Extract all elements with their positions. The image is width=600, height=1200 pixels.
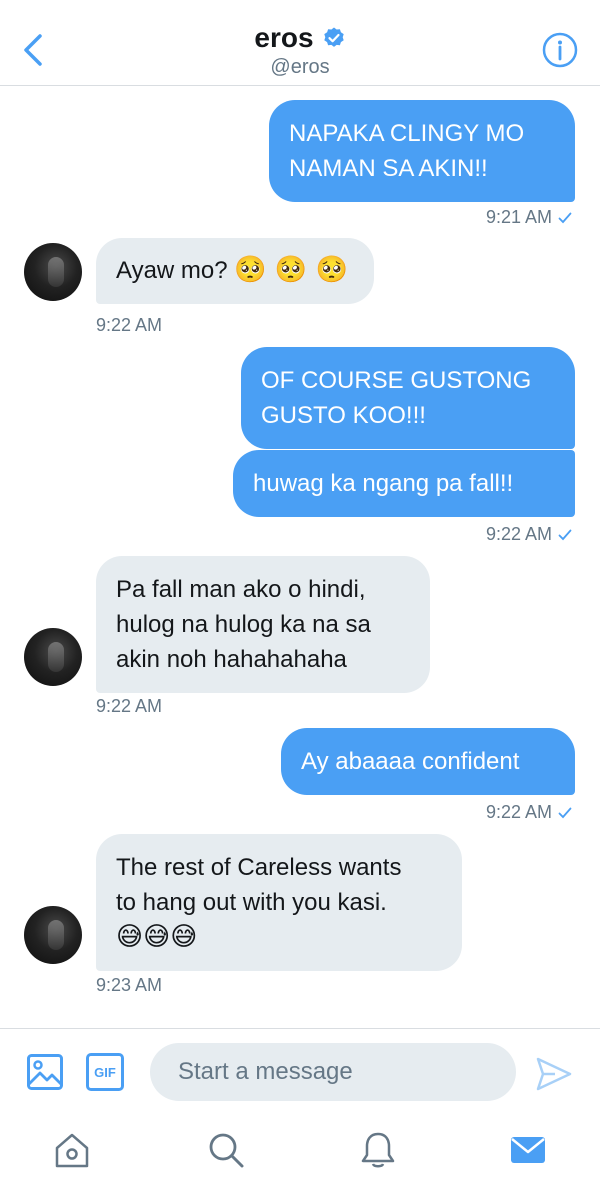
message-text-line: hulog na hulog ka na sa [116,611,371,638]
message-text-line: OF COURSE GUSTONG [261,367,532,394]
received-message-bubble[interactable]: Pa fall man ako o hindi, hulog na hulog … [96,556,430,693]
pleading-face-emoji: 🥺 🥺 🥺 [234,255,348,285]
avatar[interactable] [24,906,82,964]
avatar[interactable] [24,243,82,301]
conversation-title: eros [254,22,314,53]
message-timestamp: 9:22 AM [96,315,163,335]
bottom-tab-bar [0,1118,600,1200]
home-icon[interactable] [52,1130,92,1170]
verified-badge-icon [323,27,344,47]
message-timestamp: 9:22 AM [486,524,572,545]
message-text-line: NAPAKA CLINGY MO [289,120,525,147]
checkmark-icon [558,212,572,223]
gif-button[interactable]: GIF [86,1053,124,1091]
message-text: Ayaw mo? [116,257,228,284]
timestamp-text: 9:21 AM [485,207,552,227]
send-icon[interactable] [535,1055,573,1093]
sent-message-bubble[interactable]: Ay abaaaa confident [281,728,575,795]
received-message-bubble[interactable]: The rest of Careless wants to hang out w… [96,834,462,971]
message-text-line: Ay abaaaa confident [301,748,520,775]
message-input[interactable] [150,1043,516,1101]
message-timestamp: 9:22 AM [486,802,572,823]
sent-message-bubble[interactable]: OF COURSE GUSTONG GUSTO KOO!!! [241,347,575,449]
conversation-title-block[interactable]: eros @eros [0,22,600,79]
message-text-line: NAMAN SA AKIN!! [289,155,488,182]
sent-message-bubble[interactable]: huwag ka ngang pa fall!! [233,450,575,517]
timestamp-text: 9:22 AM [485,802,552,822]
message-timestamp: 9:23 AM [96,975,163,995]
message-text-line: The rest of Careless wants [116,854,402,881]
message-timestamp: 9:22 AM [96,696,163,716]
conversation-handle: @eros [270,56,330,78]
info-icon[interactable] [542,32,578,68]
received-message-bubble[interactable]: Ayaw mo? 🥺 🥺 🥺 [96,238,374,304]
sent-message-bubble[interactable]: NAPAKA CLINGY MO NAMAN SA AKIN!! [269,100,575,202]
search-icon[interactable] [206,1130,246,1170]
message-text-line: Pa fall man ako o hindi, [116,576,366,603]
conversation-header: eros @eros [0,0,600,86]
message-composer: GIF [0,1028,600,1118]
message-text-line: to hang out with you kasi. [116,889,387,916]
sweat-smile-emoji: 😅😅😅 [116,922,198,952]
image-icon[interactable] [26,1053,64,1091]
checkmark-icon [558,529,572,540]
checkmark-icon [558,807,572,818]
messages-mail-icon[interactable] [508,1130,548,1170]
message-text-line: akin noh hahahahaha [116,646,347,673]
avatar[interactable] [24,628,82,686]
timestamp-text: 9:22 AM [485,524,552,544]
message-text-line: GUSTO KOO!!! [261,402,426,429]
message-timestamp: 9:21 AM [486,207,572,228]
message-text-line: huwag ka ngang pa fall!! [253,470,514,497]
notifications-bell-icon[interactable] [358,1130,398,1170]
